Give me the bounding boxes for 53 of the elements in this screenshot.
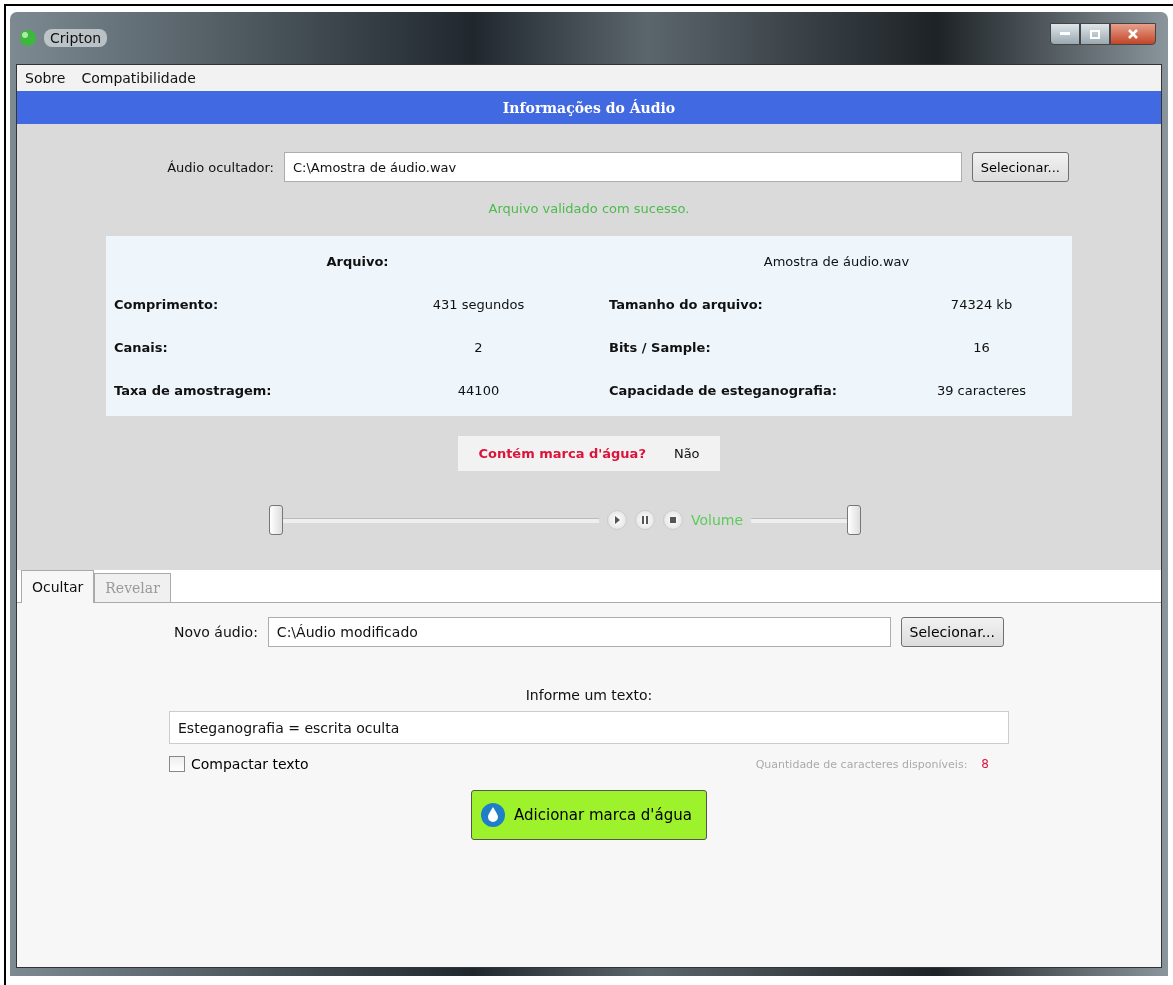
watermark-value: Não [673,446,700,461]
info-label: Tamanho do arquivo: [608,296,764,314]
section-header: Informações do Áudio [17,91,1161,124]
close-button[interactable] [1110,23,1156,45]
compact-checkbox[interactable]: Compactar texto [169,756,309,772]
menu-item[interactable]: Compatibilidade [81,70,196,86]
info-value: 39 caracteres [935,382,1028,400]
info-value: 16 [972,339,991,357]
maximize-icon [1090,29,1100,39]
field-label: Áudio ocultador: [166,159,274,175]
position-slider[interactable] [269,505,599,535]
info-label: Taxa de amostragem: [113,382,273,400]
gem-icon [18,28,38,48]
info-label: Capacidade de esteganografia: [608,382,838,400]
water-drop-icon [480,802,507,828]
field-label: Novo áudio: [174,624,258,640]
stop-icon [670,517,676,523]
pause-icon [641,516,649,524]
minimize-button[interactable] [1050,23,1080,45]
maximize-button[interactable] [1080,23,1110,45]
menu-item[interactable]: Sobre [25,70,66,86]
input-field[interactable]: C:\Amostra de áudio.wav [284,152,962,182]
minimize-icon [1060,32,1070,36]
add-watermark-button[interactable]: Adicionar marca d'água [471,790,707,840]
play-icon [613,516,621,524]
info-value: 2 [473,339,484,357]
status-message: Arquivo validado com sucesso. [488,201,690,216]
info-label: Bits / Sample: [608,339,712,357]
volume-label: Volume [691,512,744,528]
select-button[interactable]: Selecionar... [971,152,1069,182]
window-title: Cripton [44,29,108,47]
slider-thumb[interactable] [847,505,862,535]
info-value: 431 segundos [431,296,526,314]
select-button[interactable]: Selecionar... [900,617,1004,647]
close-icon [1128,29,1138,39]
info-value: 74324 kb [949,296,1014,314]
info-label: Canais: [113,339,169,357]
play-button[interactable] [607,510,627,530]
available-count: 8 [981,757,989,771]
info-label: Arquivo: [325,253,390,271]
text-field[interactable]: Esteganografia = escrita oculta [169,711,1009,744]
info-value: Amostra de áudio.wav [762,253,911,271]
text-label: Informe um texto: [525,687,653,703]
available-label: Quantidade de caracteres disponíveis: [755,757,968,771]
info-value: 44100 [456,382,501,400]
slider-thumb[interactable] [269,505,283,535]
watermark-label: Contém marca d'água? [478,446,646,461]
stop-button[interactable] [663,510,683,530]
info-label: Comprimento: [113,296,220,314]
volume-slider[interactable] [751,505,862,535]
pause-button[interactable] [635,510,655,530]
tab[interactable]: Ocultar [21,570,95,603]
input-field[interactable]: C:\Áudio modificado [267,617,891,647]
